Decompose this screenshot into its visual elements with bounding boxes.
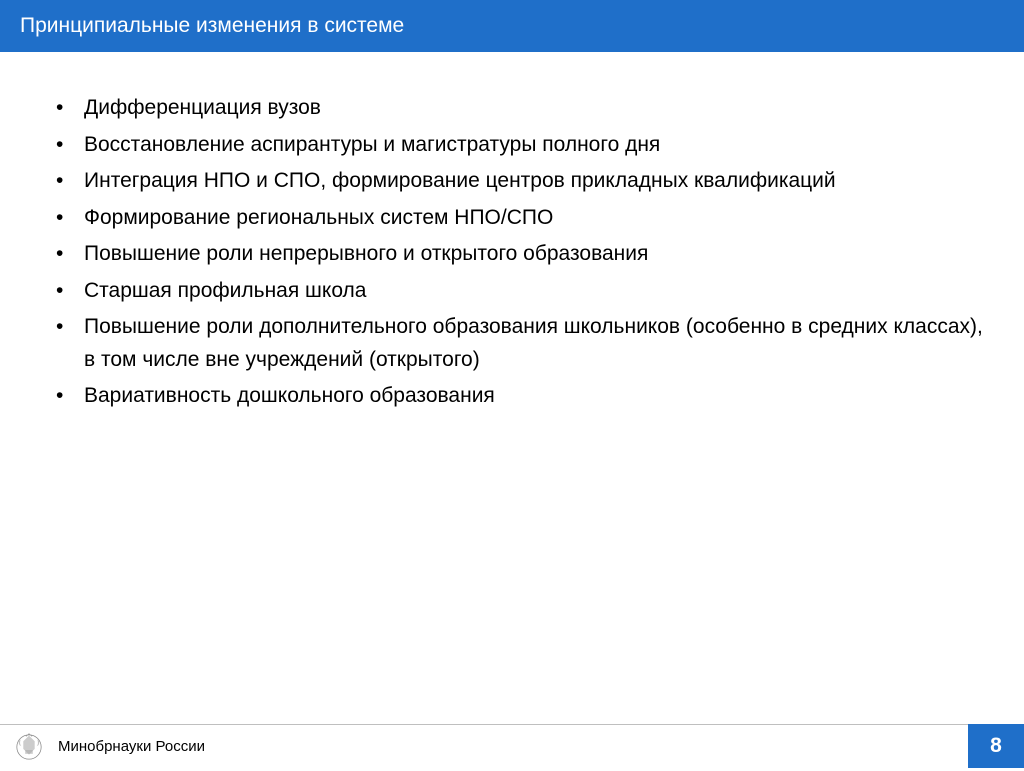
slide-title: Принципиальные изменения в системе	[20, 14, 404, 37]
list-item: Старшая профильная школа	[56, 275, 986, 308]
slide-header: Принципиальные изменения в системе	[0, 0, 1024, 52]
list-item: Формирование региональных систем НПО/СПО	[56, 202, 986, 235]
state-emblem-icon	[10, 728, 48, 766]
list-item: Повышение роли непрерывного и открытого …	[56, 238, 986, 271]
slide-footer: Минобрнауки России	[0, 724, 1024, 768]
list-item: Восстановление аспирантуры и магистратур…	[56, 129, 986, 162]
slide-content: Дифференциация вузов Восстановление аспи…	[0, 52, 1024, 437]
page-number: 8	[968, 724, 1024, 768]
list-item: Повышение роли дополнительного образован…	[56, 311, 986, 376]
footer-label: Минобрнауки России	[58, 738, 205, 755]
list-item: Дифференциация вузов	[56, 92, 986, 125]
bullet-list: Дифференциация вузов Восстановление аспи…	[38, 92, 986, 413]
list-item: Интеграция НПО и СПО, формирование центр…	[56, 165, 986, 198]
list-item: Вариативность дошкольного образования	[56, 380, 986, 413]
